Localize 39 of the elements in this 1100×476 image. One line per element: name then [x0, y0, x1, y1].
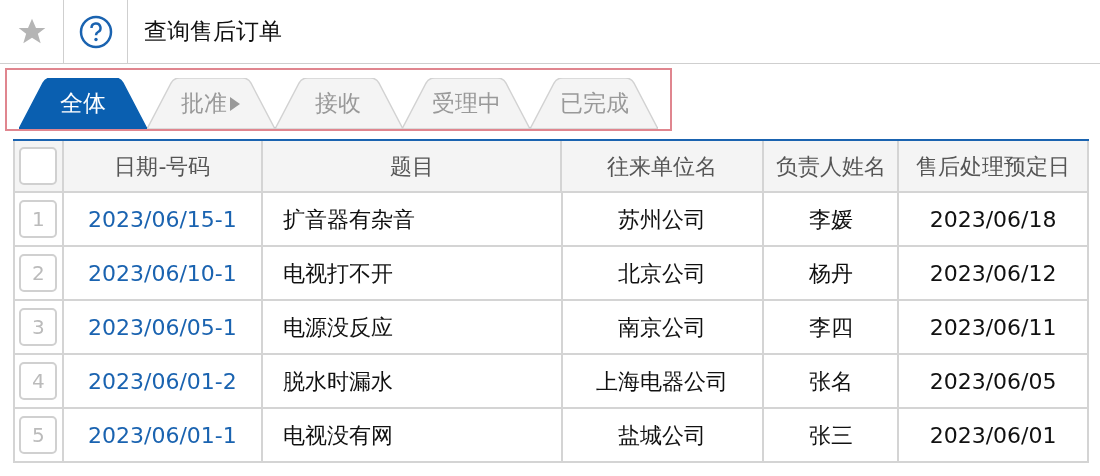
select-all-checkbox[interactable]: [19, 147, 58, 185]
table-cell: 张三: [764, 409, 900, 461]
column-header: 日期-号码: [63, 141, 263, 191]
column-header: 题目: [262, 141, 563, 191]
row-number: 2: [19, 254, 58, 292]
table-cell: 苏州公司: [562, 193, 765, 245]
table-cell: 电视打不开: [262, 247, 563, 299]
table-cell: 电源没反应: [262, 301, 563, 353]
row-number: 5: [19, 416, 58, 454]
table-cell: 扩音器有杂音: [262, 193, 563, 245]
page-title: 查询售后订单: [144, 17, 282, 47]
table-cell: 南京公司: [562, 301, 765, 353]
table-cell-text: 2023/06/01: [928, 421, 1058, 450]
table-cell: 电视没有网: [262, 409, 563, 461]
help-icon[interactable]: [78, 14, 113, 49]
order-link[interactable]: 2023/06/01-1: [88, 418, 237, 452]
column-header: 售后处理预定日: [915, 152, 1072, 181]
row-number: 1: [19, 200, 58, 238]
row-number: 4: [19, 362, 58, 400]
table-cell-text: 2023/06/18: [928, 205, 1058, 234]
order-link[interactable]: 2023/06/01-2: [88, 364, 237, 398]
table-cell: 李四: [764, 301, 900, 353]
table-cell: 上海电器公司: [562, 355, 765, 407]
tab[interactable]: 全体: [19, 78, 147, 129]
table-cell: 张名: [764, 355, 900, 407]
table-cell: 杨丹: [764, 247, 900, 299]
table-cell-text: 2023/06/05: [928, 367, 1058, 396]
table-cell: 李媛: [764, 193, 900, 245]
table-cell-text: 2023/06/12: [928, 259, 1058, 288]
order-link[interactable]: 2023/06/05-1: [88, 310, 237, 344]
row-number: 3: [19, 308, 58, 346]
table-cell-text: 2023/06/11: [928, 313, 1058, 342]
order-link[interactable]: 2023/06/15-1: [88, 202, 237, 236]
column-header: 负责人姓名: [764, 141, 900, 191]
table-cell: 盐城公司: [562, 409, 765, 461]
table-cell: 北京公司: [562, 247, 765, 299]
order-link[interactable]: 2023/06/10-1: [88, 256, 237, 290]
table-cell: 脱水时漏水: [262, 355, 563, 407]
column-header: 往来单位名: [562, 141, 765, 191]
